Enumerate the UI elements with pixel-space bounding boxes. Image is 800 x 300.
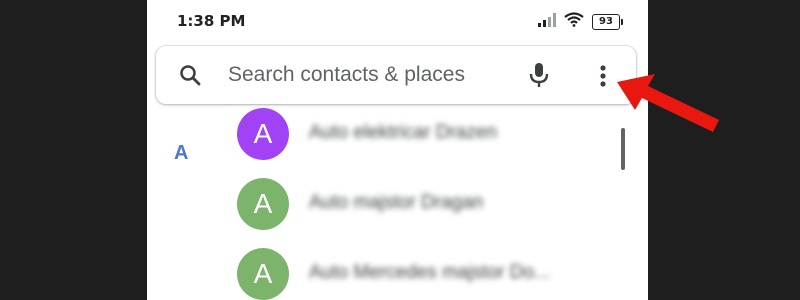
contact-row[interactable]: A Auto Mercedes majstor Do... xyxy=(237,248,637,300)
battery-icon: 93 xyxy=(592,14,623,30)
avatar: A xyxy=(237,108,289,160)
status-icons: 93 xyxy=(538,12,623,32)
avatar: A xyxy=(237,178,289,230)
search-input[interactable]: Search contacts & places xyxy=(228,63,465,87)
red-arrow-annotation xyxy=(617,74,719,132)
contact-row[interactable]: A Auto elektricar Drazen xyxy=(237,108,637,162)
status-time: 1:38 PM xyxy=(177,12,246,30)
contact-name: Auto Mercedes majstor Do... xyxy=(309,262,550,283)
status-bar: 1:38 PM 93 xyxy=(147,0,648,40)
mic-icon[interactable] xyxy=(528,61,550,94)
search-icon[interactable] xyxy=(178,63,202,92)
contact-name: Auto elektricar Drazen xyxy=(309,122,497,143)
search-bar[interactable]: Search contacts & places xyxy=(156,46,636,104)
avatar: A xyxy=(237,248,289,300)
wifi-icon xyxy=(564,12,584,32)
section-letter: A xyxy=(174,142,189,164)
phone-screen: 1:38 PM 93 Search contacts & places A A … xyxy=(147,0,648,300)
signal-icon xyxy=(538,12,556,32)
more-options-icon[interactable] xyxy=(597,64,609,88)
contact-row[interactable]: A Auto majstor Dragan xyxy=(237,178,637,232)
contact-name: Auto majstor Dragan xyxy=(309,192,484,213)
